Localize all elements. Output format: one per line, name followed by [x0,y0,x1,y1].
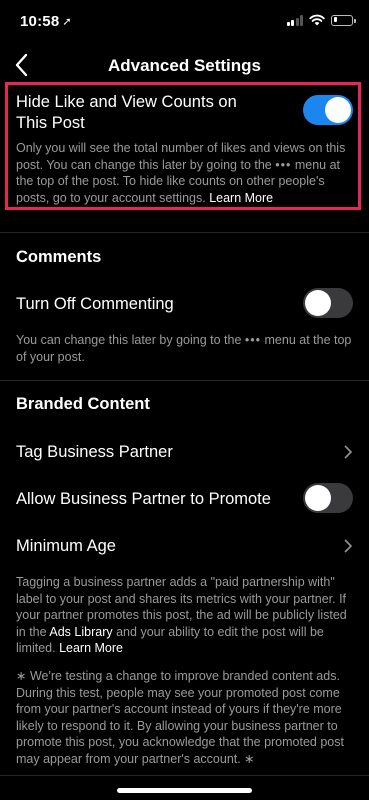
divider [0,232,369,233]
branded-testing-note: ∗ We're testing a change to improve bran… [16,669,344,766]
hide-counts-description: Only you will see the total number of li… [16,141,346,205]
status-time: 10:58 ➚ [20,13,72,30]
status-icons [286,14,356,26]
allow-promote-toggle[interactable] [303,483,353,513]
branded-content-description: Tagging a business partner adds a "paid … [16,575,347,655]
branded-content-section-title: Branded Content [16,395,150,413]
divider [0,775,369,776]
tag-business-partner-label[interactable]: Tag Business Partner [16,442,173,463]
divider [0,380,369,381]
turn-off-commenting-toggle[interactable] [303,288,353,318]
hide-counts-toggle[interactable] [303,95,353,125]
minimum-age-label[interactable]: Minimum Age [16,536,116,557]
status-bar: 10:58 ➚ [0,0,369,44]
toggle-knob [305,290,331,316]
more-menu-dots-icon: ••• [275,157,292,172]
wifi-icon [309,14,325,26]
chevron-right-icon[interactable] [344,445,353,459]
comments-description: You can change this later by going to th… [16,333,352,364]
chevron-right-icon[interactable] [344,539,353,553]
turn-off-commenting-label: Turn Off Commenting [16,295,174,313]
toggle-knob [305,485,331,511]
comments-section-title: Comments [16,248,102,266]
learn-more-link[interactable]: Learn More [209,191,273,205]
battery-icon [331,14,356,26]
home-indicator[interactable] [117,788,252,793]
allow-business-partner-promote-label: Allow Business Partner to Promote [16,490,271,508]
more-menu-dots-icon: ••• [244,333,262,347]
page-title: Advanced Settings [107,56,262,75]
ads-library-link[interactable]: Ads Library [49,625,112,639]
toggle-knob [325,97,351,123]
hide-counts-label: Hide Like and View Counts on This Post [16,93,237,132]
cellular-signal-icon [286,14,303,26]
learn-more-link[interactable]: Learn More [59,641,123,655]
location-arrow-icon: ➚ [62,16,72,28]
